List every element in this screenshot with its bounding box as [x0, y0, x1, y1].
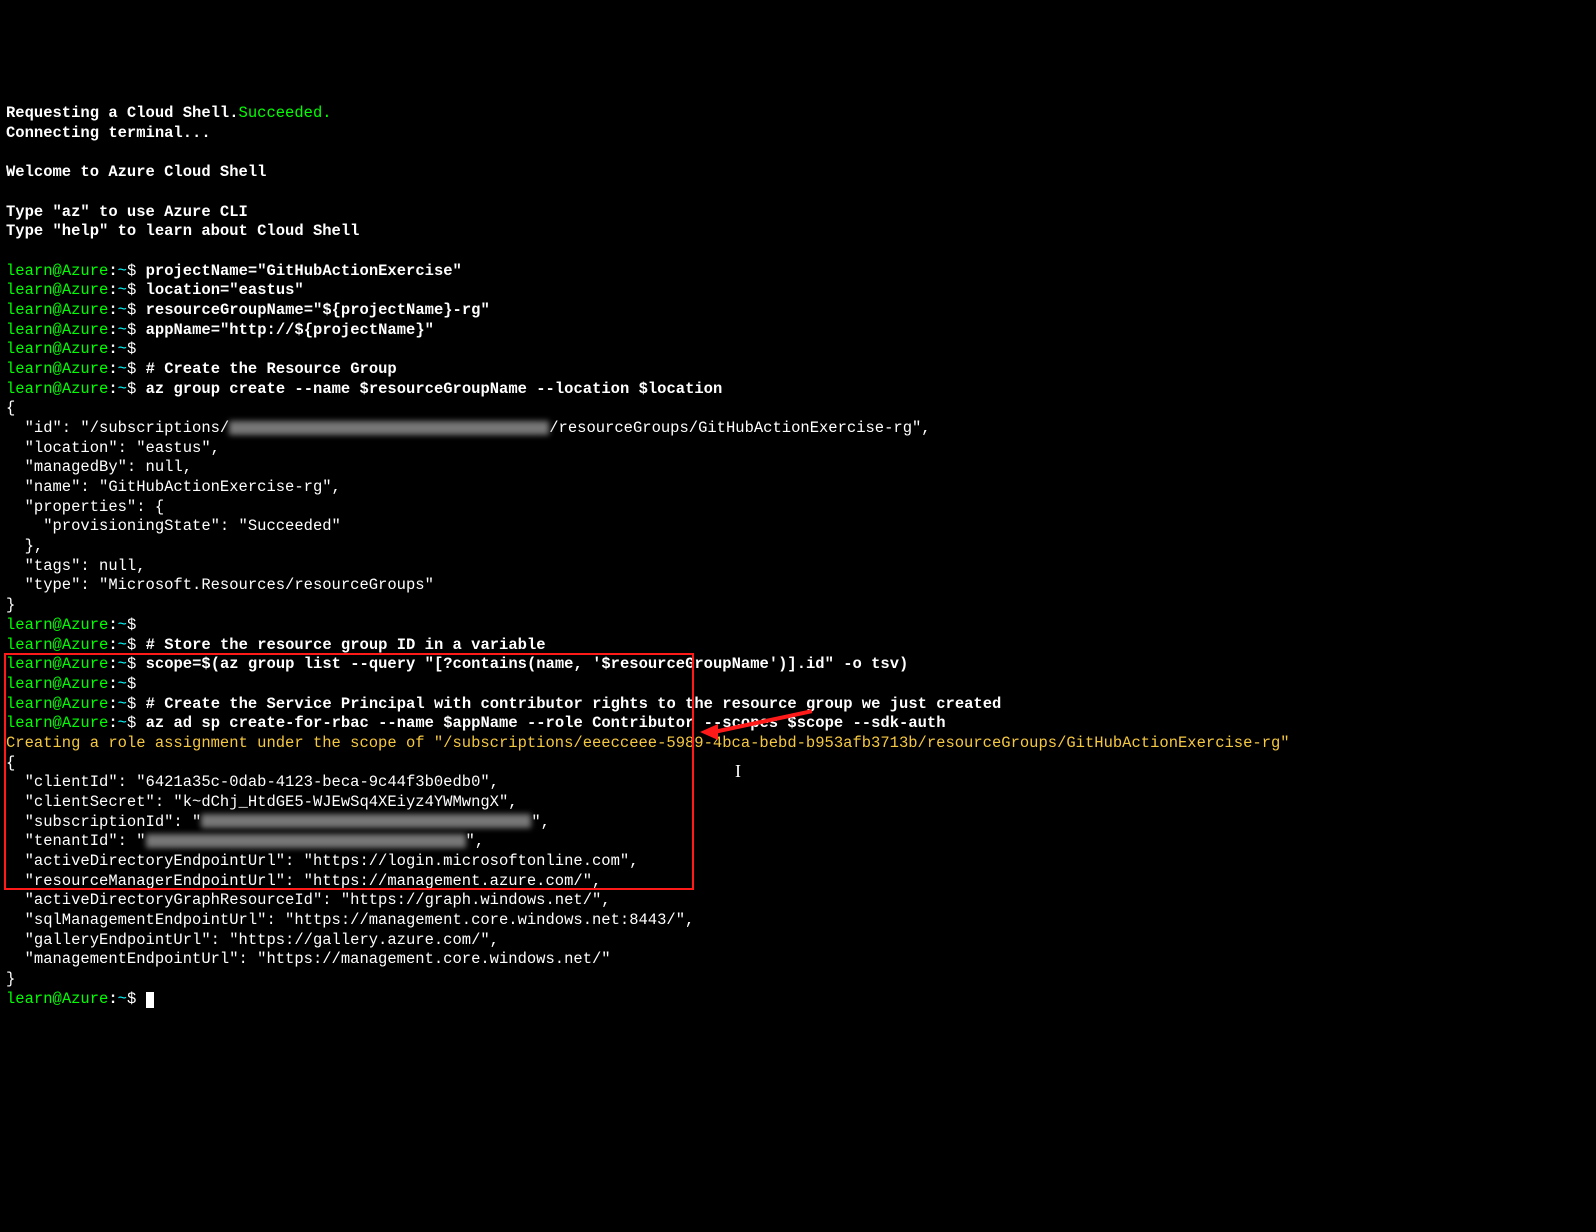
sp-mgmt-endpoint: "managementEndpointUrl": "https://manage… — [6, 950, 611, 968]
sp-subscriptionid-line: "subscriptionId": "", — [6, 813, 550, 831]
cmd-comment-rg: # Create the Resource Group — [146, 360, 397, 378]
sp-gallery-endpoint: "galleryEndpointUrl": "https://gallery.a… — [6, 931, 499, 949]
prompt-line: learn@Azure:~$ — [6, 281, 136, 299]
sp-json-open: { — [6, 754, 15, 772]
redacted-subscription-id — [229, 421, 549, 435]
terminal-cursor — [146, 992, 154, 1008]
cmd-comment-sp: # Create the Service Principal with cont… — [146, 695, 1002, 713]
json-managedby: "managedBy": null, — [6, 458, 192, 476]
intro-connecting: Connecting terminal... — [6, 124, 211, 142]
prompt-line: learn@Azure:~$ — [6, 321, 136, 339]
redacted-subscription-id — [201, 814, 531, 828]
sp-sql-endpoint: "sqlManagementEndpointUrl": "https://man… — [6, 911, 694, 929]
sp-ad-endpoint: "activeDirectoryEndpointUrl": "https://l… — [6, 852, 639, 870]
sp-clientsecret: "clientSecret": "k~dChj_HtdGE5-WJEwSq4XE… — [6, 793, 518, 811]
intro-typeaz: Type "az" to use Azure CLI — [6, 203, 248, 221]
cmd-comment-scope: # Store the resource group ID in a varia… — [146, 636, 546, 654]
cmd-projectname: projectName="GitHubActionExercise" — [146, 262, 462, 280]
cmd-group-create: az group create --name $resourceGroupNam… — [146, 380, 723, 398]
prompt-line: learn@Azure:~$ — [6, 340, 136, 358]
json-name: "name": "GitHubActionExercise-rg", — [6, 478, 341, 496]
json-open: { — [6, 399, 15, 417]
prompt-line: learn@Azure:~$ — [6, 714, 136, 732]
json-type: "type": "Microsoft.Resources/resourceGro… — [6, 576, 434, 594]
sp-rm-endpoint: "resourceManagerEndpointUrl": "https://m… — [6, 872, 601, 890]
cmd-appname: appName="http://${projectName}" — [146, 321, 434, 339]
sp-clientid: "clientId": "6421a35c-0dab-4123-beca-9c4… — [6, 773, 499, 791]
prompt-line: learn@Azure:~$ — [6, 262, 136, 280]
json-id-line: "id": "/subscriptions//resourceGroups/Gi… — [6, 419, 931, 437]
json-prov: "provisioningState": "Succeeded" — [6, 517, 341, 535]
intro-welcome: Welcome to Azure Cloud Shell — [6, 163, 266, 181]
prompt-line-active[interactable]: learn@Azure:~$ — [6, 990, 136, 1008]
prompt-line: learn@Azure:~$ — [6, 360, 136, 378]
prompt-line: learn@Azure:~$ — [6, 695, 136, 713]
text-cursor-icon: I — [735, 760, 741, 783]
cmd-rgname: resourceGroupName="${projectName}-rg" — [146, 301, 490, 319]
intro-typehelp: Type "help" to learn about Cloud Shell — [6, 222, 359, 240]
cmd-sp-create: az ad sp create-for-rbac --name $appName… — [146, 714, 946, 732]
json-location: "location": "eastus", — [6, 439, 220, 457]
intro-succeeded: Succeeded. — [239, 104, 332, 122]
sp-graph-endpoint: "activeDirectoryGraphResourceId": "https… — [6, 891, 611, 909]
intro-request: Requesting a Cloud Shell. — [6, 104, 239, 122]
prompt-line: learn@Azure:~$ — [6, 616, 136, 634]
prompt-line: learn@Azure:~$ — [6, 301, 136, 319]
role-assignment-msg: Creating a role assignment under the sco… — [6, 734, 1290, 752]
prompt-line: learn@Azure:~$ — [6, 655, 136, 673]
json-close: } — [6, 596, 15, 614]
redacted-tenant-id — [146, 834, 466, 848]
cmd-scope: scope=$(az group list --query "[?contain… — [146, 655, 909, 673]
json-props-open: "properties": { — [6, 498, 164, 516]
prompt-line: learn@Azure:~$ — [6, 380, 136, 398]
prompt-line: learn@Azure:~$ — [6, 636, 136, 654]
cmd-location: location="eastus" — [146, 281, 304, 299]
json-tags: "tags": null, — [6, 557, 146, 575]
json-props-close: }, — [6, 537, 43, 555]
prompt-line: learn@Azure:~$ — [6, 675, 136, 693]
sp-tenantid-line: "tenantId": "", — [6, 832, 484, 850]
terminal-output[interactable]: Requesting a Cloud Shell.Succeeded. Conn… — [6, 85, 1590, 1010]
sp-json-close: } — [6, 970, 15, 988]
